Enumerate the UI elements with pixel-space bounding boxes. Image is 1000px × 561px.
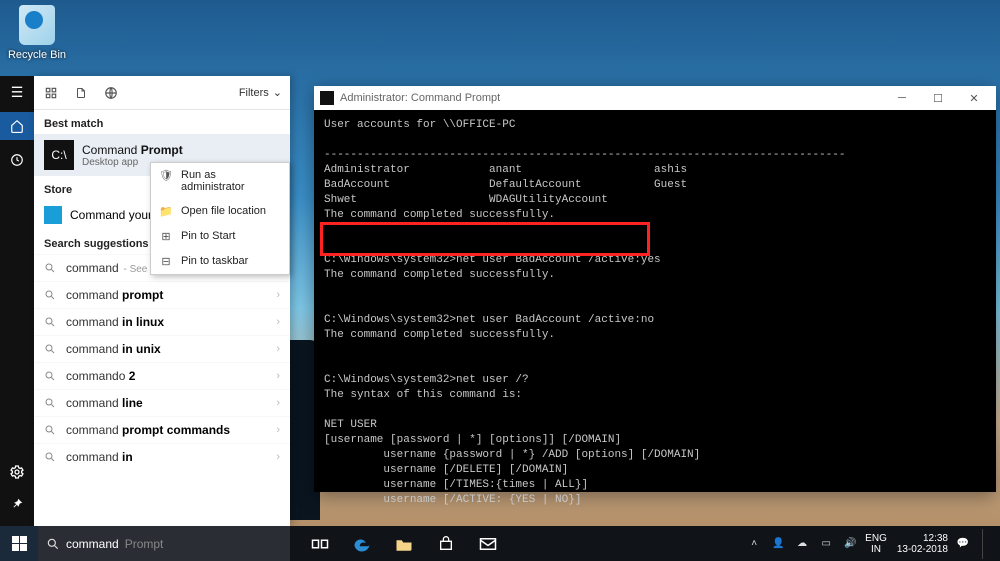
web-scope-icon[interactable]	[102, 84, 120, 102]
search-scope-row: Filters ⌄	[34, 76, 290, 110]
suggestion-label: command - See t	[66, 261, 153, 275]
chevron-right-icon: ›	[276, 289, 280, 301]
search-icon	[44, 343, 58, 355]
ctx-item-label: Open file location	[181, 205, 266, 217]
ctx-item-label: Pin to Start	[181, 230, 235, 242]
start-search-panel: Filters ⌄ Best match C:\ Command Prompt …	[34, 76, 290, 526]
suggestion-label: command in unix	[66, 342, 163, 356]
chevron-right-icon: ›	[276, 316, 280, 328]
taskbar: command Prompt ˄ 👤 ☁ ▭ 🔊 ENGIN 12:3813-02…	[0, 526, 1000, 561]
cmd-title-icon	[320, 91, 334, 105]
suggestion-label: command line	[66, 396, 145, 410]
maximize-button[interactable]: ☐	[920, 86, 956, 110]
search-icon	[44, 451, 58, 463]
search-icon	[46, 537, 60, 551]
ctx-open-location[interactable]: 📁 Open file location	[151, 199, 289, 224]
windows-logo-icon	[12, 536, 27, 551]
close-button[interactable]: ✕	[956, 86, 992, 110]
ctx-item-label: Pin to taskbar	[181, 255, 248, 267]
suggestion-item[interactable]: command prompt ›	[34, 281, 290, 308]
context-menu: 🛡 Run as administrator 📁 Open file locat…	[150, 162, 290, 275]
chevron-right-icon: ›	[276, 370, 280, 382]
apps-scope-icon[interactable]	[42, 84, 60, 102]
cmd-output[interactable]: User accounts for \\OFFICE-PC ----------…	[314, 110, 996, 561]
cmd-titlebar[interactable]: Administrator: Command Prompt ─ ☐ ✕	[314, 86, 996, 110]
cmd-title: Administrator: Command Prompt	[340, 92, 500, 104]
hamburger-icon[interactable]: ☰	[7, 82, 27, 102]
store-item-label: Command your	[70, 208, 152, 222]
settings-icon[interactable]	[7, 462, 27, 482]
cmd-app-icon: C:\	[44, 140, 74, 170]
best-match-title: Command Prompt	[82, 143, 183, 157]
store-icon	[44, 206, 62, 224]
chevron-right-icon: ›	[276, 343, 280, 355]
cmd-window: Administrator: Command Prompt ─ ☐ ✕ User…	[314, 86, 996, 492]
edge-icon[interactable]	[344, 526, 380, 561]
taskbar-search[interactable]: command Prompt	[38, 526, 290, 561]
start-button[interactable]	[0, 526, 38, 561]
language-indicator[interactable]: ENGIN	[865, 533, 887, 555]
system-tray: ˄ 👤 ☁ ▭ 🔊 ENGIN 12:3813-02-2018 💬	[745, 529, 1000, 559]
clock[interactable]: 12:3813-02-2018	[897, 533, 948, 555]
recycle-bin-icon	[19, 5, 55, 45]
ctx-run-as-admin[interactable]: 🛡 Run as administrator	[151, 163, 289, 199]
store-icon[interactable]	[428, 526, 464, 561]
chevron-right-icon: ›	[276, 424, 280, 436]
pin-icon[interactable]	[7, 494, 27, 514]
minimize-button[interactable]: ─	[884, 86, 920, 110]
file-explorer-icon[interactable]	[386, 526, 422, 561]
notification-icon[interactable]: 💬	[954, 538, 972, 549]
suggestion-item[interactable]: command in linux ›	[34, 308, 290, 335]
tray-up-icon[interactable]: ˄	[745, 538, 763, 549]
clock-icon[interactable]	[7, 150, 27, 170]
volume-icon[interactable]: 🔊	[841, 538, 859, 549]
mail-icon[interactable]	[470, 526, 506, 561]
pin-taskbar-icon: ⊟	[159, 255, 173, 268]
ctx-pin-start[interactable]: ⊞ Pin to Start	[151, 224, 289, 249]
highlight-box	[320, 222, 650, 256]
search-icon	[44, 397, 58, 409]
home-icon[interactable]	[0, 112, 34, 140]
shield-icon: 🛡	[159, 169, 173, 182]
suggestion-item[interactable]: command in unix ›	[34, 335, 290, 362]
search-icon	[44, 316, 58, 328]
task-view-icon[interactable]	[302, 526, 338, 561]
recycle-bin-label: Recycle Bin	[8, 49, 66, 61]
start-rail: ☰	[0, 76, 34, 526]
chevron-down-icon: ⌄	[273, 86, 282, 99]
pin-start-icon: ⊞	[159, 230, 173, 243]
ctx-item-label: Run as administrator	[181, 169, 281, 193]
suggestion-label: command in linux	[66, 315, 166, 329]
search-icon	[44, 370, 58, 382]
show-desktop-button[interactable]	[982, 529, 994, 559]
people-icon[interactable]: 👤	[769, 538, 787, 549]
onedrive-icon[interactable]: ☁	[793, 538, 811, 549]
folder-icon: 📁	[159, 205, 173, 218]
suggestion-item[interactable]: command line ›	[34, 389, 290, 416]
suggestion-label: command in	[66, 450, 135, 464]
search-typed-text: command	[66, 537, 119, 551]
ctx-pin-taskbar[interactable]: ⊟ Pin to taskbar	[151, 249, 289, 274]
suggestion-item[interactable]: commando 2 ›	[34, 362, 290, 389]
search-icon	[44, 262, 58, 274]
suggestion-list: command - See t›command prompt›command i…	[34, 254, 290, 470]
chevron-right-icon: ›	[276, 451, 280, 463]
network-icon[interactable]: ▭	[817, 538, 835, 549]
search-icon	[44, 289, 58, 301]
suggestion-item[interactable]: command prompt commands ›	[34, 416, 290, 443]
filters-dropdown[interactable]: Filters ⌄	[239, 86, 282, 99]
filters-label: Filters	[239, 87, 269, 99]
documents-scope-icon[interactable]	[72, 84, 90, 102]
suggestion-item[interactable]: command in ›	[34, 443, 290, 470]
suggestion-label: command prompt commands	[66, 423, 232, 437]
suggestion-label: commando 2	[66, 369, 137, 383]
search-hint-text: Prompt	[125, 537, 164, 551]
suggestion-label: command prompt	[66, 288, 165, 302]
best-match-heading: Best match	[34, 110, 290, 134]
search-icon	[44, 424, 58, 436]
recycle-bin[interactable]: Recycle Bin	[6, 5, 68, 61]
chevron-right-icon: ›	[276, 397, 280, 409]
